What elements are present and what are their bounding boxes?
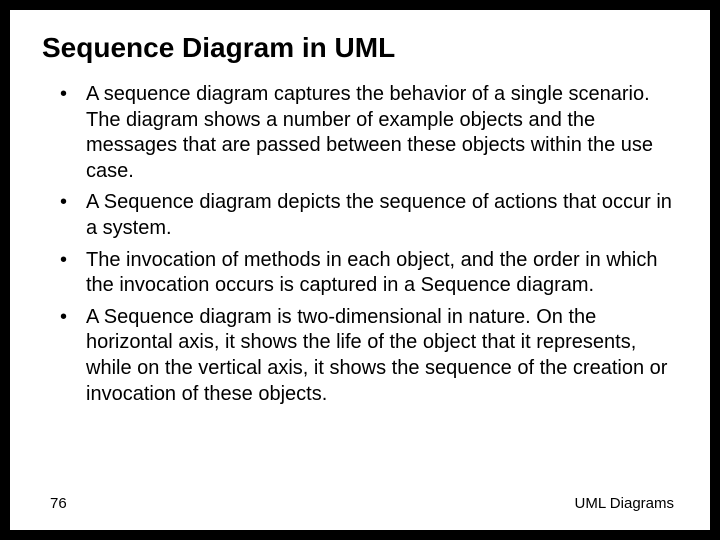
list-item: The invocation of methods in each object… <box>60 248 678 299</box>
slide: Sequence Diagram in UML A sequence diagr… <box>10 10 710 530</box>
footer-label: UML Diagrams <box>575 495 674 512</box>
list-item: A sequence diagram captures the behavior… <box>60 82 678 184</box>
bullet-list: A sequence diagram captures the behavior… <box>60 82 678 407</box>
list-item: A Sequence diagram is two-dimensional in… <box>60 305 678 407</box>
list-item: A Sequence diagram depicts the sequence … <box>60 190 678 241</box>
slide-title: Sequence Diagram in UML <box>42 32 678 64</box>
slide-content: A sequence diagram captures the behavior… <box>42 82 678 495</box>
slide-footer: 76 UML Diagrams <box>42 495 678 514</box>
page-number: 76 <box>50 495 67 512</box>
